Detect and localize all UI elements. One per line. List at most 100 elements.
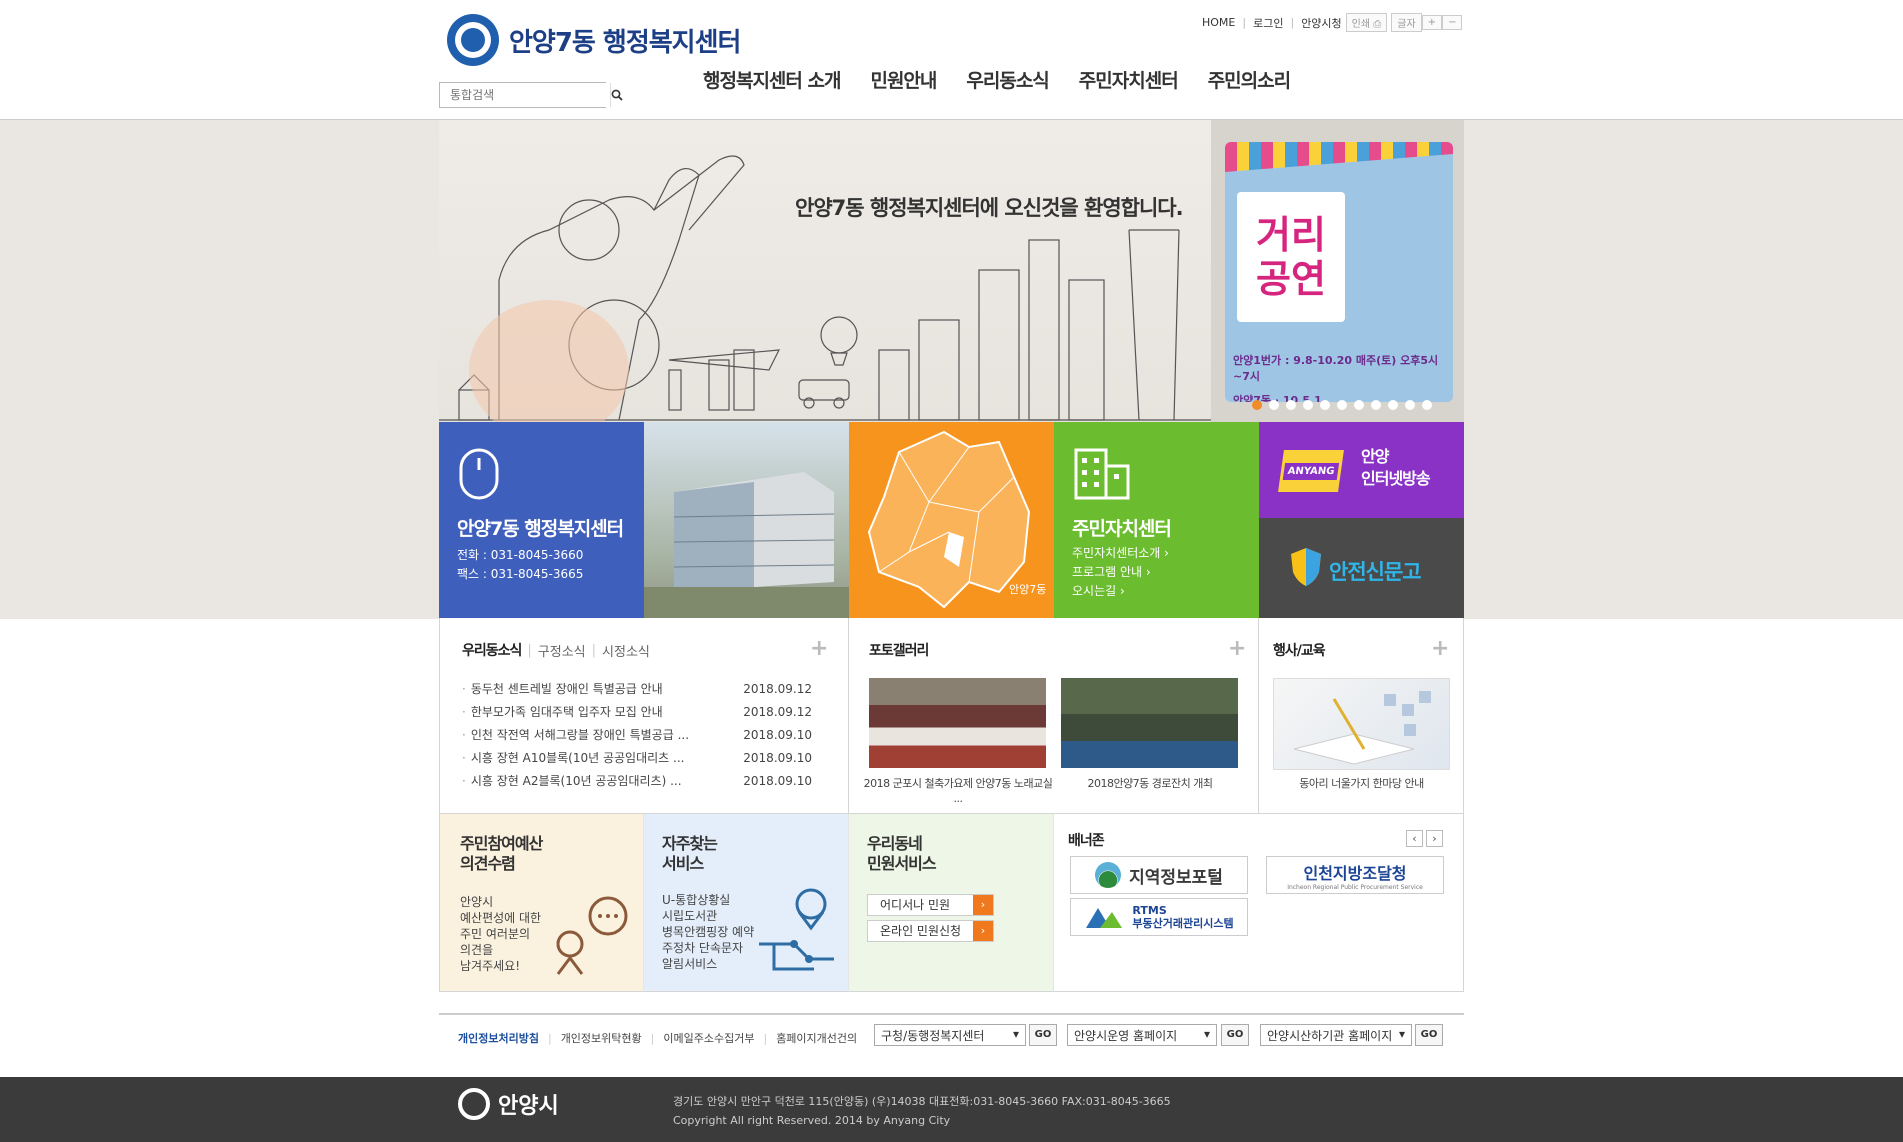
- city-sketch-illustration: [439, 155, 1211, 422]
- privacy-outsourcing-link[interactable]: 개인정보위탁현황: [561, 1030, 642, 1046]
- book-icon: [1293, 691, 1431, 765]
- tile-dong-map[interactable]: 안양7동: [849, 422, 1054, 618]
- slider-dot-5[interactable]: [1320, 400, 1330, 410]
- list-item[interactable]: · 시흥 장현 A10블록(10년 공공임대리츠 ... 2018.09.10: [462, 746, 812, 769]
- banner-prev-button[interactable]: ‹: [1406, 830, 1423, 847]
- footer-address: 경기도 안양시 만안구 덕천로 115(안양동) (우)14038 대표전화:0…: [673, 1092, 1171, 1130]
- gallery-photo-2[interactable]: [1061, 678, 1238, 768]
- main-nav: 행정복지센터 소개 민원안내 우리동소식 주민자치센터 주민의소리: [703, 66, 1291, 93]
- map-label: 안양7동: [1009, 583, 1047, 596]
- nav-community-center[interactable]: 주민자치센터: [1079, 66, 1179, 93]
- site-select-city[interactable]: 안양시운영 홈페이지 ▾: [1067, 1024, 1217, 1046]
- hero-illustration: [439, 120, 1211, 422]
- list-item[interactable]: · 시흥 장현 A2블록(10년 공공임대리츠) ... 2018.09.10: [462, 769, 812, 792]
- event-box: 행사/교육 + 동아리 너울가지 한마당 안내: [1259, 618, 1464, 814]
- banner-title: 배너존: [1068, 833, 1105, 849]
- news-list: · 동두천 센트레빌 장애인 특별공급 안내 2018.09.12 · 한부모가족 임…: [462, 677, 812, 792]
- banner-regional-portal[interactable]: 지역정보포털: [1070, 856, 1248, 894]
- tile-internet-broadcast[interactable]: ANYANG 안양 인터넷방송: [1259, 422, 1464, 518]
- go-button-district[interactable]: GO: [1029, 1024, 1057, 1046]
- search-button[interactable]: [610, 83, 623, 107]
- slider-dot-11[interactable]: [1422, 400, 1432, 410]
- anyang-tv-badge: ANYANG: [1282, 462, 1340, 480]
- hero-welcome-text: 안양7동 행정복지센터에 오신것을 환영합니다.: [795, 196, 1184, 220]
- home-link[interactable]: HOME: [1202, 16, 1235, 29]
- slider-dot-1[interactable]: [1252, 400, 1262, 410]
- nav-residents-voice[interactable]: 주민의소리: [1208, 66, 1291, 93]
- center-title: 안양7동 행정복지센터: [457, 518, 624, 540]
- online-civil-button[interactable]: 온라인 민원신청 ›: [867, 920, 994, 942]
- gallery-more-button[interactable]: +: [1228, 638, 1246, 660]
- tile-safety-report[interactable]: 안전신문고: [1259, 518, 1464, 618]
- site-logo[interactable]: 안양7동 행정복지센터: [447, 14, 741, 66]
- privacy-policy-link[interactable]: 개인정보처리방침: [458, 1030, 539, 1046]
- news-more-button[interactable]: +: [810, 638, 828, 660]
- slider-dot-2[interactable]: [1269, 400, 1279, 410]
- news-tabs: 우리동소식 | 구정소식 | 시정소식: [462, 640, 650, 660]
- civil-service-box: 우리동네 민원서비스 어디서나 민원 › 온라인 민원신청 ›: [849, 814, 1054, 992]
- font-plus-button[interactable]: +: [1421, 15, 1443, 30]
- list-item[interactable]: · 동두천 센트레빌 장애인 특별공급 안내 2018.09.12: [462, 677, 812, 700]
- font-size-label: 글자: [1391, 13, 1422, 32]
- nav-dong-news[interactable]: 우리동소식: [966, 66, 1049, 93]
- community-title: 주민자치센터: [1072, 518, 1172, 540]
- slider-dot-6[interactable]: [1337, 400, 1347, 410]
- poster-info: 안양1번가 : 9.8-10.20 매주(토) 오후5시~7시 안양7동 · 1…: [1233, 352, 1453, 402]
- email-refusal-link[interactable]: 이메일주소수집거부: [663, 1030, 754, 1046]
- slider-dot-3[interactable]: [1286, 400, 1296, 410]
- gallery-caption-2[interactable]: 2018안양7동 경로잔치 개최: [1055, 776, 1245, 791]
- font-minus-button[interactable]: −: [1442, 15, 1463, 30]
- event-title: 행사/교육: [1273, 643, 1326, 659]
- site-improvement-link[interactable]: 홈페이지개선건의: [776, 1030, 857, 1046]
- gallery-box: 포토갤러리 + 2018 군포시 철축가요제 안양7동 노래교실 ... 201…: [849, 618, 1259, 814]
- nav-civil-guide[interactable]: 민원안내: [870, 66, 937, 93]
- list-item[interactable]: · 인천 작전역 서해그랑블 장애인 특별공급 ... 2018.09.10: [462, 723, 812, 746]
- service-box[interactable]: 자주찾는 서비스 U-통합상황실 시립도서관 병목안캠핑장 예약 주정차 단속문…: [644, 814, 849, 992]
- location-pin-icon: [759, 888, 834, 971]
- search-input[interactable]: [440, 83, 610, 107]
- budget-box[interactable]: 주민참여예산 의견수렴 안양시 예산편성에 대한 주민 여러분의 의견을 남겨주…: [439, 814, 644, 992]
- cityhall-link[interactable]: 안양시청: [1301, 15, 1341, 31]
- nav-center-intro[interactable]: 행정복지센터 소개: [703, 66, 841, 93]
- building-icon: [1074, 448, 1130, 500]
- event-thumbnail[interactable]: [1273, 678, 1450, 770]
- event-poster[interactable]: 거리 공연 안양1번가 : 9.8-10.20 매주(토) 오후5시~7시 안양…: [1225, 142, 1453, 402]
- tab-city-news[interactable]: 시정소식: [602, 641, 650, 660]
- slider-dot-10[interactable]: [1405, 400, 1415, 410]
- slider-dot-9[interactable]: [1388, 400, 1398, 410]
- anywhere-civil-button[interactable]: 어디서나 민원 ›: [867, 894, 994, 916]
- slider-dot-7[interactable]: [1354, 400, 1364, 410]
- banner-incheon-procurement[interactable]: 인천지방조달청 Incheon Regional Public Procurem…: [1266, 856, 1444, 894]
- gallery-photo-1[interactable]: [869, 678, 1046, 768]
- gallery-caption-1[interactable]: 2018 군포시 철축가요제 안양7동 노래교실 ...: [863, 776, 1053, 806]
- slider-dot-8[interactable]: [1371, 400, 1381, 410]
- site-select-district[interactable]: 구청/동행정복지센터 ▾: [874, 1024, 1026, 1046]
- go-button-agency[interactable]: GO: [1415, 1024, 1443, 1046]
- tile-community-center[interactable]: 주민자치센터 주민자치센터소개 › 프로그램 안내 › 오시는길 ›: [1054, 422, 1259, 618]
- safety-title: 안전신문고: [1329, 560, 1422, 584]
- utility-links: HOME | 로그인 | 안양시청 인쇄 ⎙ 글자 + −: [1202, 13, 1463, 32]
- login-link[interactable]: 로그인: [1253, 15, 1283, 31]
- event-more-button[interactable]: +: [1431, 638, 1449, 660]
- community-link-intro[interactable]: 주민자치센터소개 ›: [1072, 544, 1169, 563]
- community-link-directions[interactable]: 오시는길 ›: [1072, 582, 1125, 601]
- arrow-right-icon: ›: [973, 921, 993, 941]
- go-button-city[interactable]: GO: [1221, 1024, 1249, 1046]
- center-fax: 팩스 : 031-8045-3665: [457, 567, 584, 581]
- tab-dong-news[interactable]: 우리동소식: [462, 640, 522, 660]
- anyang-city-logo-icon: [458, 1088, 490, 1120]
- search-icon: [611, 89, 623, 101]
- banner-rtms[interactable]: RTMS 부동산거래관리시스템: [1070, 898, 1248, 936]
- rtms-label: RTMS: [1132, 904, 1167, 917]
- poster-title: 거리 공연: [1237, 192, 1345, 322]
- site-select-agency[interactable]: 안양시산하기관 홈페이지 ▾: [1260, 1024, 1412, 1046]
- print-button[interactable]: 인쇄 ⎙: [1345, 13, 1388, 32]
- tab-gu-news[interactable]: 구정소식: [538, 641, 586, 660]
- event-caption[interactable]: 동아리 너울가지 한마당 안내: [1259, 776, 1464, 791]
- printer-icon: ⎙: [1373, 19, 1382, 30]
- tile-center-info[interactable]: 안양7동 행정복지센터 전화 : 031-8045-3660 팩스 : 031-…: [439, 422, 644, 618]
- banner-next-button[interactable]: ›: [1426, 830, 1443, 847]
- slider-dot-4[interactable]: [1303, 400, 1313, 410]
- list-item[interactable]: · 한부모가족 임대주택 입주자 모집 안내 2018.09.12: [462, 700, 812, 723]
- community-link-program[interactable]: 프로그램 안내 ›: [1072, 563, 1151, 582]
